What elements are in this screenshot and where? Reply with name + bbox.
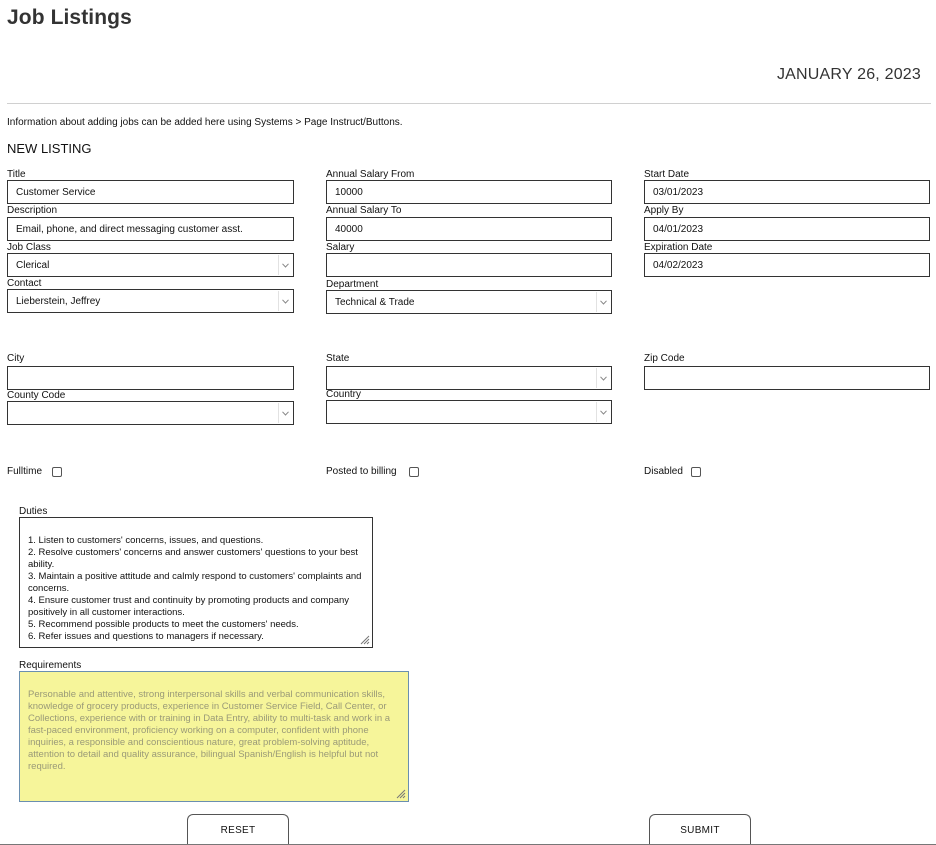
chevron-down-icon [278,403,292,423]
salary-from-label: Annual Salary From [326,169,415,180]
posted-to-billing-checkbox[interactable] [409,467,419,477]
city-label: City [7,353,25,364]
title-field[interactable]: Customer Service [7,180,294,204]
contact-value: Lieberstein, Jeffrey [16,295,101,307]
department-label: Department [326,279,379,290]
salary-label: Salary [326,242,355,253]
duties-text: 1. Listen to customers' concerns, issues… [28,535,362,642]
expiration-date-field[interactable]: 04/02/2023 [644,253,930,277]
start-date-label: Start Date [644,169,690,180]
page-date: JANUARY 26, 2023 [776,66,921,83]
fulltime-checkbox[interactable] [52,467,62,477]
job-class-select[interactable]: Clerical [7,253,294,277]
chevron-down-icon [278,291,292,311]
section-title: NEW LISTING [7,141,92,156]
description-label: Description [7,205,58,216]
county-code-select[interactable] [7,401,294,425]
contact-select[interactable]: Lieberstein, Jeffrey [7,289,294,313]
department-value: Technical & Trade [335,296,415,308]
resize-grip-icon[interactable] [396,789,406,799]
county-code-label: County Code [7,390,66,401]
city-field[interactable] [7,366,294,390]
chevron-down-icon [596,368,610,388]
zip-code-field[interactable] [644,366,930,390]
salary-field[interactable] [326,253,612,277]
department-select[interactable]: Technical & Trade [326,290,612,314]
disabled-checkbox[interactable] [691,467,701,477]
requirements-label: Requirements [19,660,82,671]
page-title: Job Listings [7,6,132,29]
duties-label: Duties [19,506,48,517]
job-class-label: Job Class [7,242,51,253]
description-field[interactable]: Email, phone, and direct messaging custo… [7,217,294,241]
zip-code-label: Zip Code [644,353,685,364]
contact-label: Contact [7,278,42,289]
salary-to-field[interactable]: 40000 [326,217,612,241]
expiration-date-label: Expiration Date [644,242,713,253]
posted-to-billing-label: Posted to billing [326,466,397,477]
salary-from-field[interactable]: 10000 [326,180,612,204]
resize-grip-icon[interactable] [360,635,370,645]
apply-by-field[interactable]: 04/01/2023 [644,217,930,241]
salary-to-label: Annual Salary To [326,205,402,216]
chevron-down-icon [278,255,292,275]
title-label: Title [7,169,26,180]
requirements-text: Personable and attentive, strong interpe… [28,689,391,772]
chevron-down-icon [596,402,610,422]
state-label: State [326,353,350,364]
chevron-down-icon [596,292,610,312]
country-select[interactable] [326,400,612,424]
country-label: Country [326,389,362,400]
start-date-field[interactable]: 03/01/2023 [644,180,930,204]
requirements-textarea[interactable]: Personable and attentive, strong interpe… [19,671,409,802]
fulltime-label: Fulltime [7,466,43,477]
disabled-label: Disabled [644,466,683,477]
duties-textarea[interactable]: 1. Listen to customers' concerns, issues… [19,517,373,648]
submit-button[interactable]: SUBMIT [649,814,751,845]
job-class-value: Clerical [16,259,50,271]
info-text: Information about adding jobs can be add… [7,117,403,128]
reset-button[interactable]: RESET [187,814,289,845]
header-divider [7,103,931,104]
state-select[interactable] [326,366,612,390]
apply-by-label: Apply By [644,205,684,216]
